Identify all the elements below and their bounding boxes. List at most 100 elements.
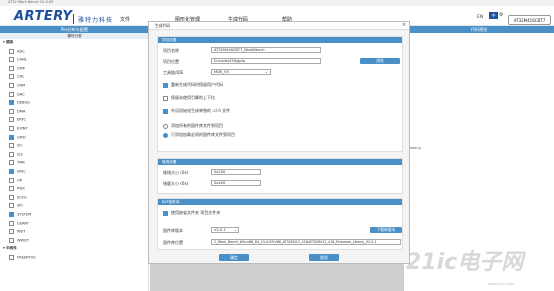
- project-option-checkbox[interactable]: [163, 82, 168, 88]
- ide-select[interactable]: MDK_V5 ⌄: [211, 69, 271, 75]
- tree-item[interactable]: EXINT: [9, 126, 28, 131]
- use-default-folder-label: 使用缺省文件夹 项目文件夹: [171, 210, 221, 215]
- tree-item[interactable]: USART: [9, 220, 29, 226]
- tree-item-label: PWC: [17, 186, 26, 191]
- tree-item-checkbox[interactable]: [9, 143, 14, 149]
- tree-item-label: GPIO: [17, 135, 26, 140]
- lang-en-button[interactable]: EN: [477, 15, 483, 20]
- tree-group[interactable]: ▾ 模拟: [3, 40, 13, 45]
- tree-item-label: NVIC: [17, 169, 26, 174]
- project-name-input[interactable]: AT32M416CBT7_WorkBench: [211, 47, 321, 53]
- tree-item[interactable]: DEBUG: [9, 100, 30, 106]
- chip-selector[interactable]: AT32M416CBT7: [508, 15, 551, 25]
- tree-item-checkbox[interactable]: [9, 220, 14, 226]
- tree-item[interactable]: ERTC: [9, 117, 26, 123]
- tree-item[interactable]: NVIC: [9, 169, 26, 174]
- firmware-copy-radio[interactable]: 添加所有的固件库文件到项目: [163, 123, 223, 129]
- module-category-header: 模块分类: [0, 33, 149, 39]
- tree-item-checkbox[interactable]: [9, 100, 14, 106]
- tree-item-checkbox[interactable]: [9, 203, 14, 209]
- tree-item[interactable]: I2C: [9, 143, 23, 149]
- tree-item-checkbox[interactable]: [9, 237, 14, 243]
- radio-button[interactable]: [163, 132, 168, 138]
- tree-item[interactable]: CAN1: [9, 57, 27, 63]
- tree-item[interactable]: DAC: [9, 91, 25, 97]
- tab-code-preview[interactable]: 代码预览: [404, 26, 554, 33]
- tree-item-label: WWDT: [17, 238, 30, 243]
- tree-item-checkbox[interactable]: [9, 160, 14, 166]
- use-default-folder-option[interactable]: 使用缺省文件夹 项目文件夹: [163, 210, 220, 216]
- tree-item[interactable]: FREERTOS: [9, 255, 36, 260]
- tree-item[interactable]: SCFG: [9, 194, 27, 200]
- tree-item[interactable]: ADC: [9, 48, 25, 54]
- cancel-button[interactable]: 取消: [309, 254, 339, 261]
- tree-item-label: DAC: [17, 92, 25, 97]
- tree-item[interactable]: GPIO: [9, 134, 26, 140]
- tree-item-checkbox[interactable]: [9, 255, 14, 260]
- settings-icon[interactable]: ⚙: [499, 12, 503, 18]
- tree-item-checkbox[interactable]: [9, 151, 14, 157]
- project-option[interactable]: 保留未使用引脚的上下拉: [163, 95, 215, 101]
- tree-item[interactable]: SPI: [9, 203, 23, 209]
- project-option[interactable]: 外设初始化生成单独的 .c/.h 文件: [163, 108, 230, 114]
- tree-item[interactable]: OP: [9, 177, 22, 183]
- tree-group[interactable]: ▾ 中间件: [3, 246, 17, 251]
- tree-item-checkbox[interactable]: [9, 91, 14, 97]
- tree-item[interactable]: I2S: [9, 151, 23, 157]
- tree-item-label: ERTC: [17, 117, 26, 122]
- tree-item[interactable]: SYSTEM: [9, 212, 31, 217]
- tree-item-checkbox[interactable]: [9, 194, 14, 200]
- firmware-path-label: 固件库位置: [163, 240, 183, 245]
- tree-item-label: DMA: [17, 109, 26, 114]
- tab-pin-config[interactable]: Pin分布与配置: [0, 26, 149, 33]
- stack-size-label: 栈量大小 (0x): [163, 181, 189, 186]
- menu-file[interactable]: 文件: [120, 16, 130, 23]
- tree-item[interactable]: CMP: [9, 65, 25, 71]
- radio-button[interactable]: [163, 123, 168, 129]
- collapse-icon[interactable]: ▾: [3, 246, 5, 250]
- tree-item-checkbox[interactable]: [9, 186, 14, 192]
- tree-item-checkbox[interactable]: [9, 108, 14, 114]
- stack-settings-header: 堆栈设置: [158, 159, 402, 165]
- tree-item[interactable]: WDT: [9, 229, 26, 235]
- tree-item-checkbox[interactable]: [9, 74, 14, 80]
- tree-item-checkbox[interactable]: [9, 65, 14, 71]
- tree-item-checkbox[interactable]: [9, 177, 14, 183]
- tree-item-checkbox[interactable]: [9, 169, 14, 174]
- project-option-checkbox[interactable]: [163, 108, 168, 114]
- tree-item-checkbox[interactable]: [9, 134, 14, 140]
- tree-item-checkbox[interactable]: [9, 48, 14, 54]
- stack-size-input[interactable]: 0x400: [211, 180, 261, 186]
- project-settings-header: 项目设置: [158, 37, 402, 43]
- tree-item-checkbox[interactable]: [9, 126, 14, 131]
- heap-size-input[interactable]: 0x200: [211, 169, 261, 175]
- tree-item-checkbox[interactable]: [9, 117, 14, 123]
- close-icon[interactable]: ×: [402, 22, 406, 28]
- tree-item-label: DEBUG: [17, 100, 30, 105]
- firmware-version-select[interactable]: V2.0.1 ⌄: [211, 227, 239, 233]
- tree-item[interactable]: DMA: [9, 108, 26, 114]
- tree-item-checkbox[interactable]: [9, 212, 14, 217]
- radio-label: 只添加加载必须的固件库文件到项目: [171, 132, 235, 137]
- lang-cn-button[interactable]: 中: [489, 12, 498, 19]
- project-location-input[interactable]: D:\code\416\gpio: [211, 58, 321, 64]
- ok-button[interactable]: 确定: [219, 254, 249, 261]
- tree-item-checkbox[interactable]: [9, 57, 14, 63]
- tree-item-checkbox[interactable]: [9, 229, 14, 235]
- tree-item-checkbox[interactable]: [9, 83, 14, 88]
- firmware-path-input[interactable]: 2_Work_Bench_Win-x86_64_V1.0.05\V86_AT32…: [211, 239, 401, 245]
- use-default-folder-checkbox[interactable]: [163, 210, 168, 216]
- tree-item[interactable]: TMR: [9, 160, 25, 166]
- project-settings-section: 项目设置 项目名称 AT32M416CBT7_WorkBench 项目位置 D:…: [157, 36, 403, 152]
- tree-item[interactable]: PWC: [9, 186, 26, 192]
- tree-item[interactable]: WWDT: [9, 237, 30, 243]
- download-new-version-button[interactable]: 下载新版本: [370, 227, 402, 233]
- firmware-copy-radio[interactable]: 只添加加载必须的固件库文件到项目: [163, 132, 235, 138]
- collapse-icon[interactable]: ▾: [3, 40, 5, 44]
- browse-button[interactable]: 浏览: [360, 58, 400, 64]
- project-option-checkbox[interactable]: [163, 95, 168, 101]
- tree-item-label: I2S: [17, 152, 23, 157]
- tree-item[interactable]: CRC: [9, 74, 24, 80]
- tree-item[interactable]: CRM: [9, 83, 25, 88]
- project-option[interactable]: 重新生成代码时保留用户代码: [163, 82, 223, 88]
